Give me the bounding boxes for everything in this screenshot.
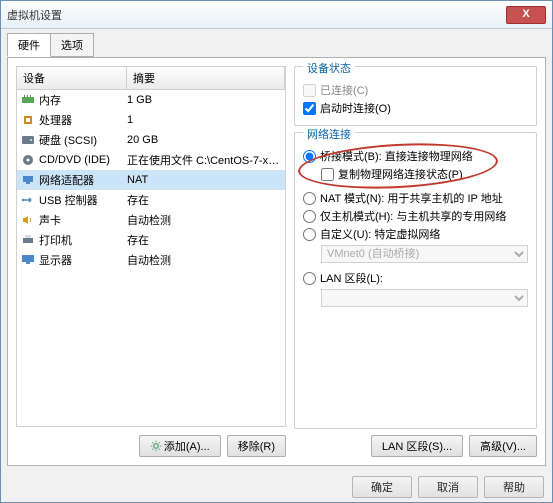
usb-icon bbox=[21, 194, 35, 206]
hdd-icon bbox=[21, 134, 35, 146]
table-row[interactable]: CD/DVD (IDE)正在使用文件 C:\CentOS-7-x86_64-..… bbox=[17, 150, 285, 170]
custom-vnet-select: VMnet0 (自动桥接) bbox=[321, 245, 528, 263]
table-row[interactable]: 声卡自动检测 bbox=[17, 210, 285, 230]
table-row[interactable]: 内存1 GB bbox=[17, 90, 285, 110]
tab-hardware[interactable]: 硬件 bbox=[7, 33, 51, 57]
tabs: 硬件 选项 bbox=[1, 29, 552, 57]
titlebar: 虚拟机设置 X bbox=[1, 1, 552, 29]
table-row[interactable]: USB 控制器存在 bbox=[17, 190, 285, 210]
vm-settings-window: 虚拟机设置 X 硬件 选项 设备 摘要 内存1 GB处理器1硬盘 (SCSI)2… bbox=[0, 0, 553, 503]
cancel-button[interactable]: 取消 bbox=[418, 476, 478, 498]
cd-icon bbox=[21, 154, 35, 166]
status-group-title: 设备状态 bbox=[303, 60, 355, 76]
network-group-title: 网络连接 bbox=[303, 126, 355, 142]
lan-segment-input[interactable] bbox=[303, 272, 316, 285]
table-row[interactable]: 网络适配器NAT bbox=[17, 170, 285, 190]
bridge-input[interactable] bbox=[303, 150, 316, 163]
lan-segment-radio[interactable]: LAN 区段(L): bbox=[303, 269, 528, 287]
table-row[interactable]: 处理器1 bbox=[17, 110, 285, 130]
net-icon bbox=[21, 174, 35, 186]
dialog-footer: 确定 取消 帮助 bbox=[1, 472, 552, 502]
table-row[interactable]: 显示器自动检测 bbox=[17, 250, 285, 270]
advanced-button[interactable]: 高级(V)... bbox=[469, 435, 537, 457]
window-title: 虚拟机设置 bbox=[7, 7, 506, 23]
lan-segment-select bbox=[321, 289, 528, 307]
ok-button[interactable]: 确定 bbox=[352, 476, 412, 498]
tab-options[interactable]: 选项 bbox=[50, 33, 94, 57]
lan-segments-button[interactable]: LAN 区段(S)... bbox=[371, 435, 463, 457]
prn-icon bbox=[21, 234, 35, 246]
snd-icon bbox=[21, 214, 35, 226]
content-area: 设备 摘要 内存1 GB处理器1硬盘 (SCSI)20 GBCD/DVD (ID… bbox=[7, 57, 546, 466]
connected-checkbox: 已连接(C) bbox=[303, 81, 528, 99]
status-group: 设备状态 已连接(C) 启动时连接(O) bbox=[294, 66, 537, 126]
left-pane: 设备 摘要 内存1 GB处理器1硬盘 (SCSI)20 GBCD/DVD (ID… bbox=[16, 66, 286, 457]
col-summary[interactable]: 摘要 bbox=[127, 67, 285, 89]
right-pane: 设备状态 已连接(C) 启动时连接(O) 网络连接 bbox=[294, 66, 537, 457]
table-body: 内存1 GB处理器1硬盘 (SCSI)20 GBCD/DVD (IDE)正在使用… bbox=[17, 90, 285, 270]
table-header: 设备 摘要 bbox=[17, 67, 285, 90]
nat-input[interactable] bbox=[303, 192, 316, 205]
table-row[interactable]: 硬盘 (SCSI)20 GB bbox=[17, 130, 285, 150]
gear-icon bbox=[150, 440, 162, 452]
remove-button[interactable]: 移除(R) bbox=[227, 435, 286, 457]
cpu-icon bbox=[21, 114, 35, 126]
connected-input bbox=[303, 84, 316, 97]
custom-radio[interactable]: 自定义(U): 特定虚拟网络 bbox=[303, 225, 528, 243]
network-buttons: LAN 区段(S)... 高级(V)... bbox=[294, 435, 537, 457]
network-group: 网络连接 桥接模式(B): 直接连接物理网络 复制物理网络连接状态(P) NAT… bbox=[294, 132, 537, 429]
nat-radio[interactable]: NAT 模式(N): 用于共享主机的 IP 地址 bbox=[303, 189, 528, 207]
device-table: 设备 摘要 内存1 GB处理器1硬盘 (SCSI)20 GBCD/DVD (ID… bbox=[16, 66, 286, 427]
replicate-input[interactable] bbox=[321, 168, 334, 181]
mem-icon bbox=[21, 94, 35, 106]
col-device[interactable]: 设备 bbox=[17, 67, 127, 89]
device-buttons: 添加(A)... 移除(R) bbox=[16, 427, 286, 457]
help-button[interactable]: 帮助 bbox=[484, 476, 544, 498]
bridge-radio[interactable]: 桥接模式(B): 直接连接物理网络 bbox=[303, 147, 528, 165]
replicate-checkbox[interactable]: 复制物理网络连接状态(P) bbox=[321, 165, 528, 183]
hostonly-input[interactable] bbox=[303, 210, 316, 223]
table-row[interactable]: 打印机存在 bbox=[17, 230, 285, 250]
hostonly-radio[interactable]: 仅主机模式(H): 与主机共享的专用网络 bbox=[303, 207, 528, 225]
close-icon: X bbox=[522, 8, 529, 20]
connect-on-start-input[interactable] bbox=[303, 102, 316, 115]
custom-input[interactable] bbox=[303, 228, 316, 241]
close-button[interactable]: X bbox=[506, 6, 546, 24]
disp-icon bbox=[21, 254, 35, 266]
add-button[interactable]: 添加(A)... bbox=[139, 435, 221, 457]
connect-on-start-checkbox[interactable]: 启动时连接(O) bbox=[303, 99, 528, 117]
